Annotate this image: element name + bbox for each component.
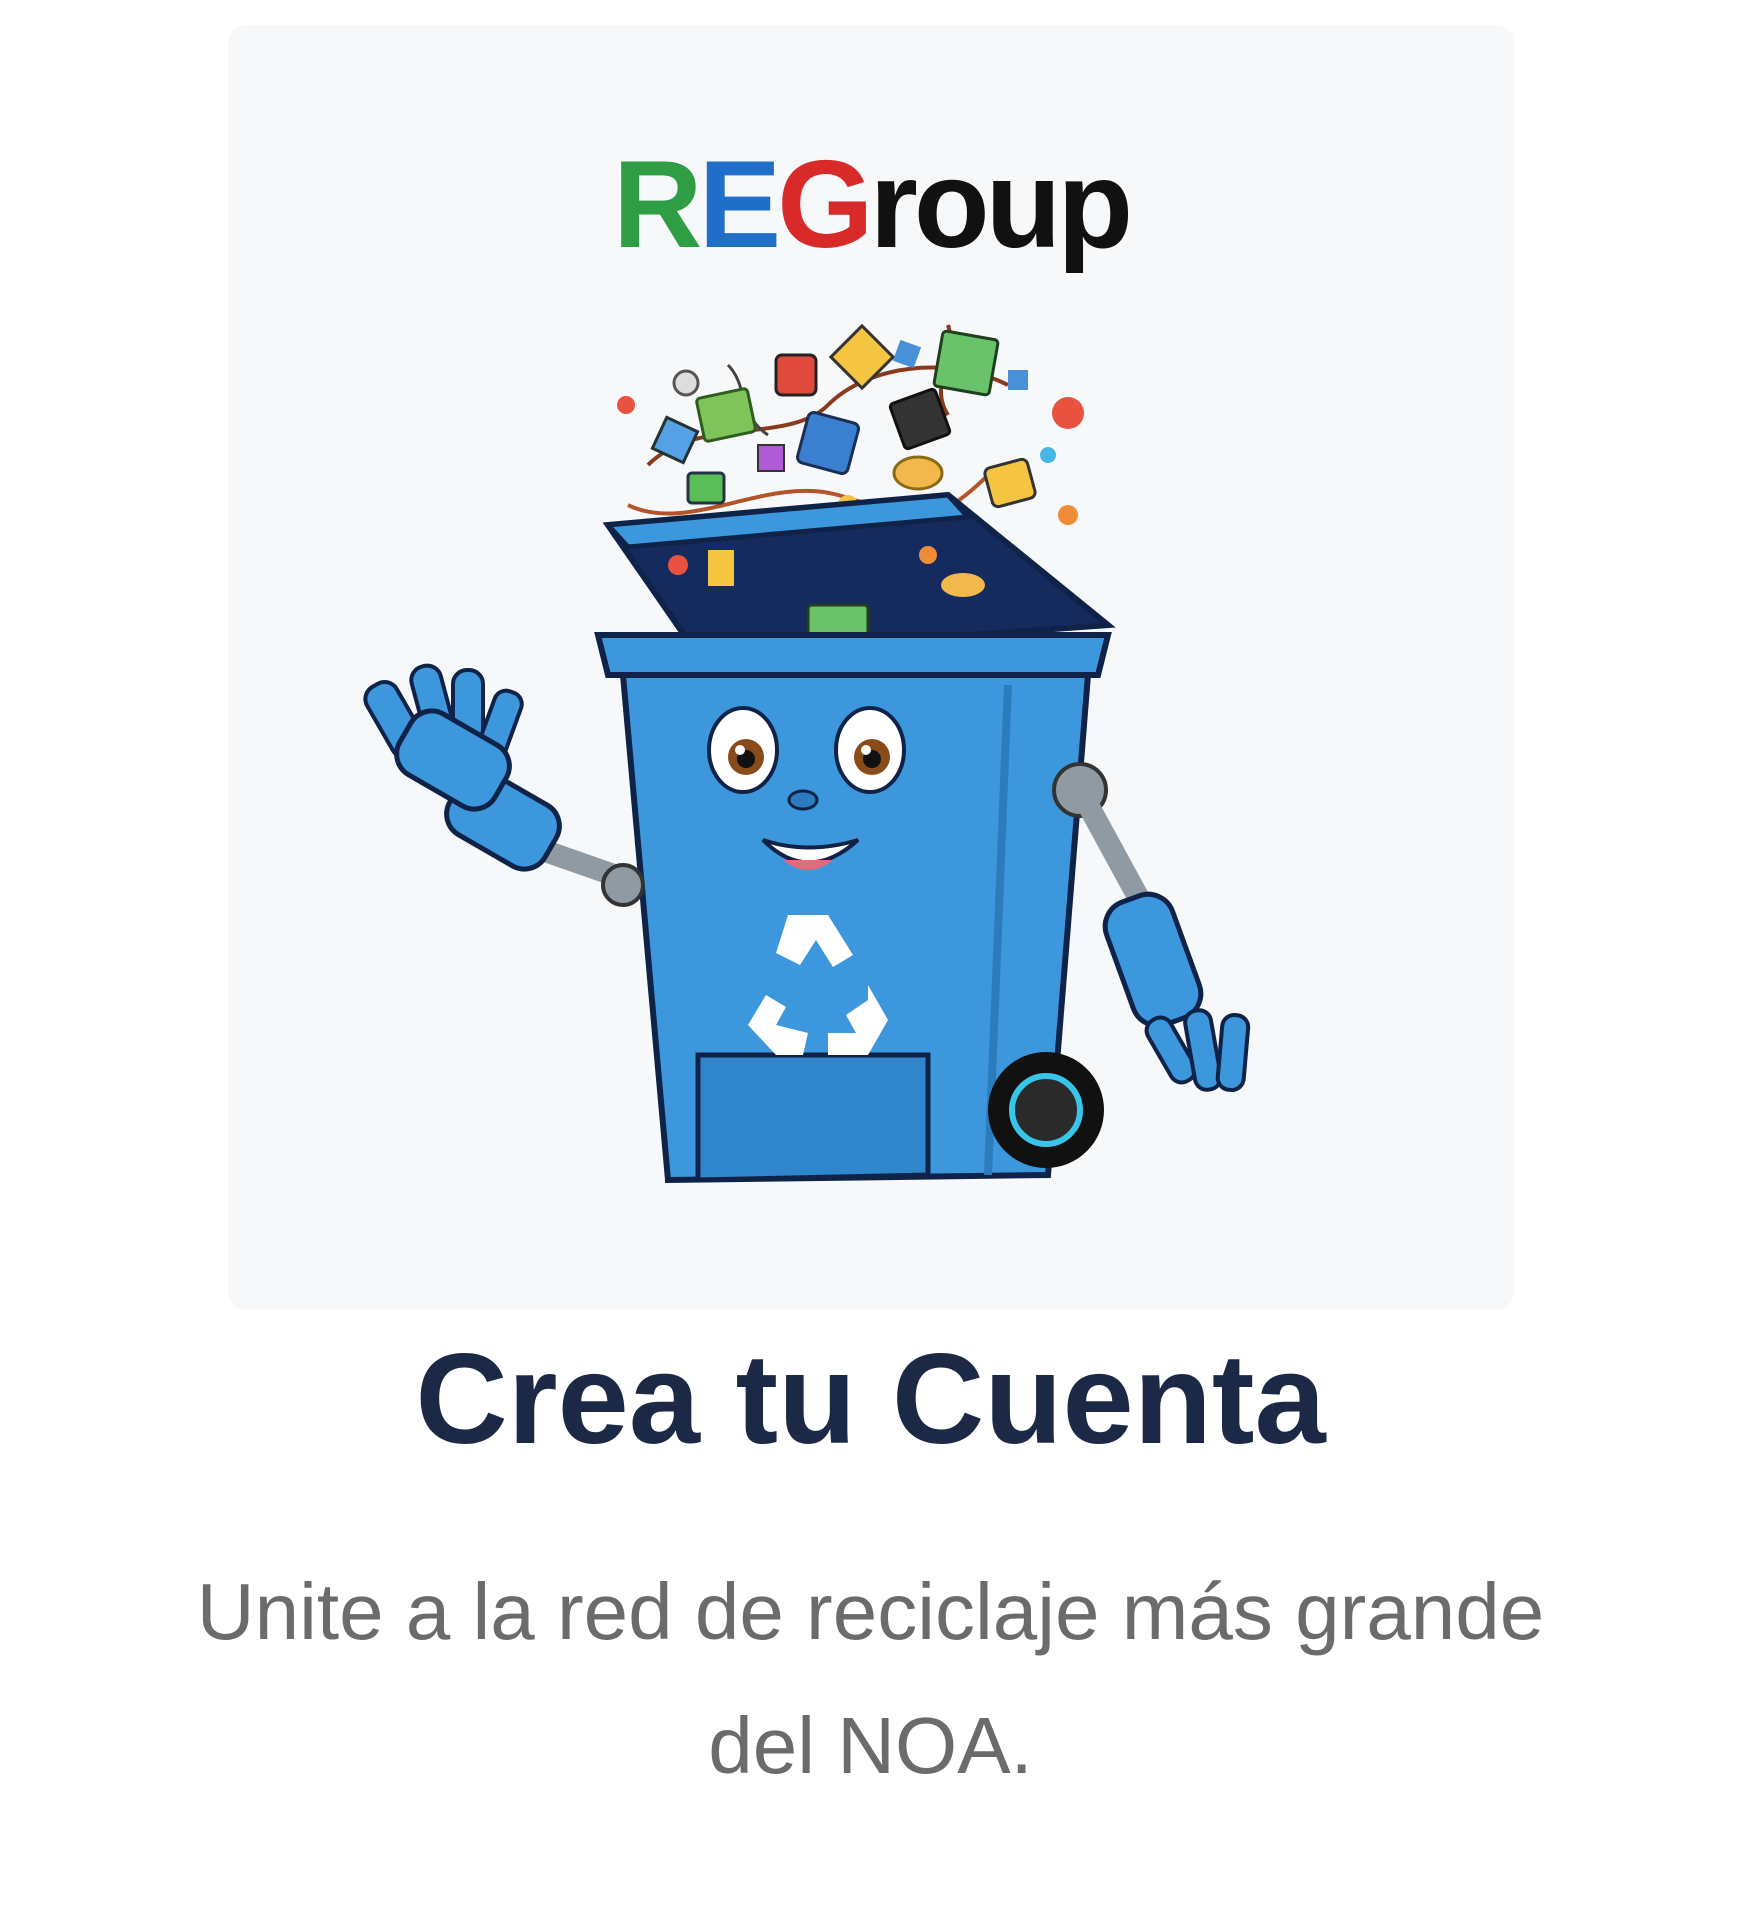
hero-card: REGroup	[228, 25, 1514, 1310]
bin-body-icon	[594, 632, 1112, 1184]
page-title: Crea tu Cuenta	[415, 1328, 1326, 1471]
logo-letter-g: G	[777, 136, 873, 274]
logo-letter-r: R	[612, 136, 703, 274]
brand-logo: REGroup	[228, 143, 1514, 267]
logo-letter-e: E	[698, 136, 781, 274]
robot-arm-right-icon	[1052, 762, 1251, 1092]
bin-lid-icon	[602, 491, 1116, 659]
robot-arm-left-icon	[363, 663, 645, 907]
logo-letters-roup: roup	[869, 136, 1133, 274]
page-subtitle: Unite a la red de reciclaje más grande d…	[196, 1567, 1545, 1791]
recycle-bin-robot-mascot-icon	[363, 323, 1251, 1184]
